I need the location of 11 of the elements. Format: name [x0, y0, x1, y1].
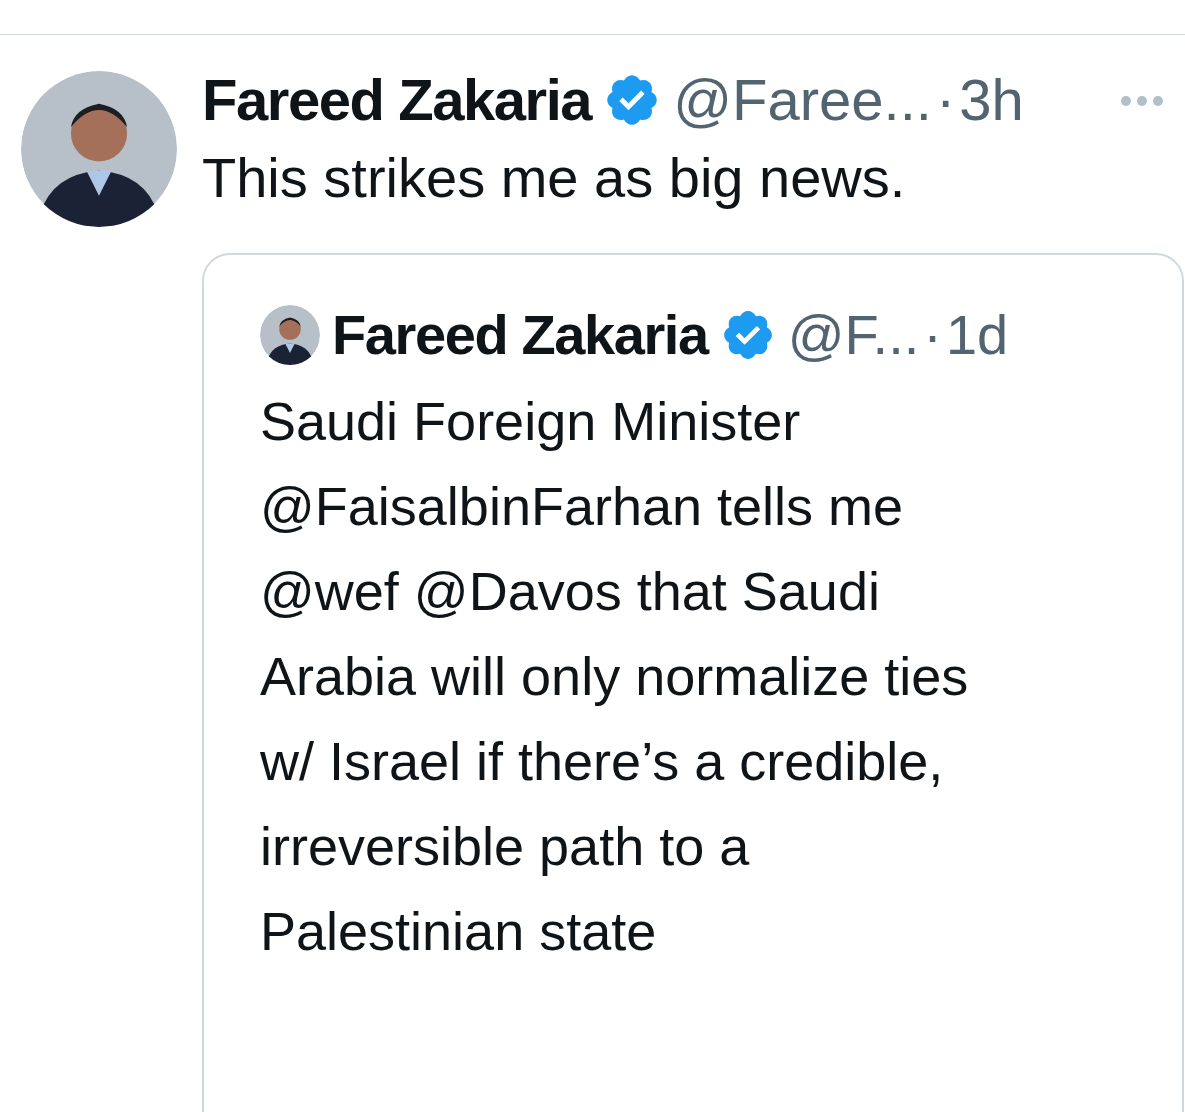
- author-name[interactable]: Fareed Zakaria: [202, 71, 592, 129]
- author-name[interactable]: Fareed Zakaria: [332, 307, 708, 363]
- post-time[interactable]: 3h: [959, 71, 1024, 129]
- quoted-post-text: Saudi Foreign Minister @FaisalbinFarhan tells me @wef @Davos that Saudi Arabia will only normalize ties w/ Israel if there’s a credible, irreversible path to a Palestinian state: [260, 390, 970, 963]
- author-handle[interactable]: @Faree...: [673, 71, 932, 129]
- post-text: This strikes me as big news.: [202, 145, 907, 211]
- separator: ·: [923, 307, 942, 363]
- quoted-post-card[interactable]: [202, 253, 1184, 1112]
- author-handle[interactable]: @F...: [787, 307, 920, 363]
- post-time[interactable]: 1d: [945, 307, 1009, 363]
- separator: ·: [935, 71, 956, 129]
